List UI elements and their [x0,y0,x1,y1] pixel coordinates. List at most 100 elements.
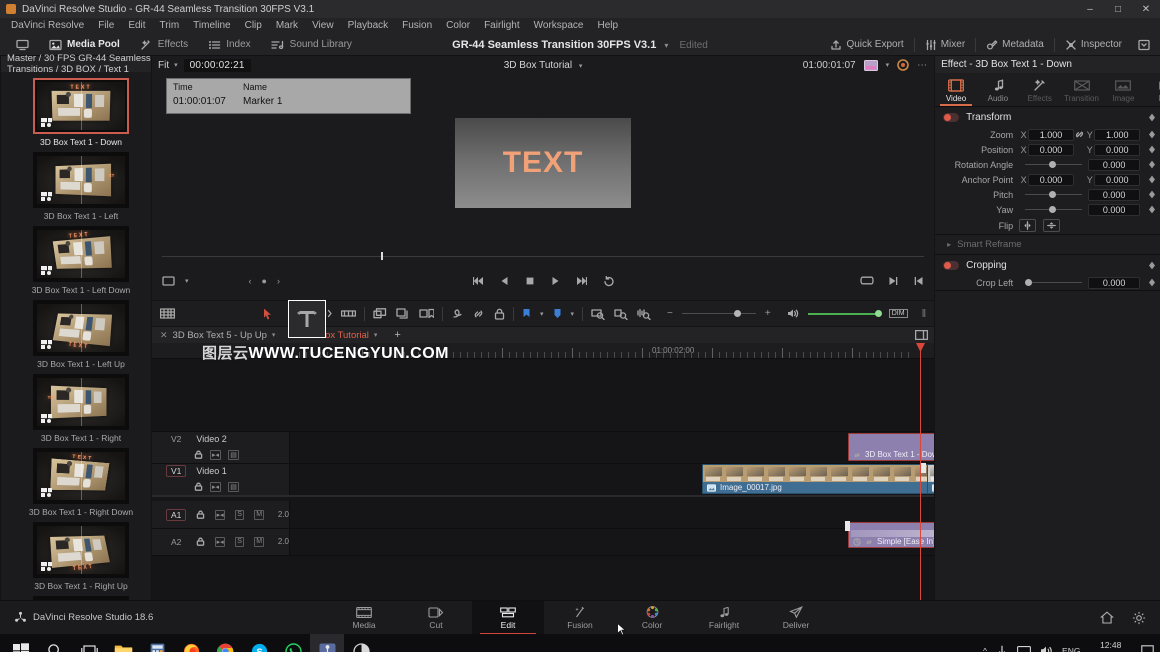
auto-select-icon[interactable]: ▸◂ [210,481,221,492]
zoom-x-field[interactable]: 1.000 [1028,128,1074,141]
page-buttons[interactable]: Media Cut Edit Fusion Color Fairlight De… [0,600,1160,635]
clip-trim-handle[interactable] [921,463,926,473]
play-icon[interactable] [550,276,560,286]
tab-effects[interactable]: Effects [1019,73,1061,106]
viewer-mode-icon[interactable] [863,59,878,71]
play-reverse-icon[interactable] [500,276,510,286]
timeline-clip-v2[interactable]: 3D Box Text 1 - Down [848,433,935,461]
timeline-playhead[interactable] [920,359,921,600]
dim-button[interactable]: DIM [888,309,908,318]
page-color[interactable]: Color [616,601,688,635]
menu-edit[interactable]: Edit [121,18,152,34]
media-thumbnail[interactable]: XT 3D Box Text 1 - Left [11,152,151,221]
sound-library-button[interactable]: Sound Library [261,34,362,56]
flip-vertical-button[interactable] [1043,219,1061,232]
tab-audio[interactable]: Audio [977,73,1019,106]
slider-knob[interactable] [1049,161,1057,168]
windows-start-icon[interactable] [4,634,38,652]
timeline-clip-a1[interactable]: Simple [Ease In].wav [848,522,935,548]
metadata-button[interactable]: Metadata [976,34,1054,56]
volume-icon[interactable] [787,308,799,319]
transform-header[interactable]: Transform [935,107,1160,127]
link-xy-icon[interactable] [1074,129,1085,140]
menu-color[interactable]: Color [439,18,477,34]
media-thumbnail[interactable]: TEXT 3D Box Text 1 - Down [11,78,151,147]
menu-playback[interactable]: Playback [341,18,396,34]
cropping-header[interactable]: Cropping [935,255,1160,275]
prev-clip-icon[interactable] [913,276,924,286]
razor-tool-icon[interactable] [341,308,356,319]
jump-to-start-icon[interactable] [472,276,485,286]
volume-icon[interactable] [1040,645,1053,652]
crop-left-field[interactable]: 0.000 [1088,276,1141,289]
index-button[interactable]: Index [198,34,260,56]
timeline-clip-area[interactable]: 3D Box Text 1 - Down [290,359,935,600]
flag-icon[interactable] [451,308,463,320]
lock-icon[interactable] [494,308,505,320]
cropping-toggle[interactable] [943,260,960,270]
menu-mark[interactable]: Mark [269,18,305,34]
chevron-right-icon[interactable]: ▸ [947,240,951,249]
tab-image[interactable]: Image [1102,73,1144,106]
firefox-icon[interactable] [174,634,208,652]
close-icon[interactable]: ✕ [160,330,168,341]
keyframe-icon[interactable] [1148,130,1156,139]
menu-davinci-resolve[interactable]: DaVinci Resolve [4,18,91,34]
add-timeline-button[interactable]: + [385,329,409,341]
lock-icon[interactable] [196,537,205,546]
yaw-field[interactable]: 0.000 [1088,203,1141,216]
home-icon[interactable] [1100,611,1114,624]
auto-select-icon[interactable]: ▸◂ [215,509,225,520]
volume-slider[interactable] [807,309,882,317]
chevron-down-icon[interactable]: ▾ [579,63,583,70]
timeline-tab-3d-box-text-5[interactable]: ✕ 3D Box Text 5 - Up Up ▾ [152,327,283,343]
timeline-clip-v1-b[interactable]: Image_00091.jpg [927,464,935,494]
lock-icon[interactable] [194,482,203,491]
maximize-button[interactable]: □ [1104,0,1132,18]
track-header-v1[interactable]: V1 Video 1 ▸◂ ▤ [152,463,290,495]
media-thumbnail[interactable]: TEXT 3D Box Text 1 - Right Up [11,522,151,591]
viewer-fullscreen-icon[interactable] [860,276,874,286]
zoom-slider[interactable] [681,310,756,317]
thumbnail-frame[interactable]: TEXT [33,448,129,504]
panel-toggle-button[interactable] [1132,34,1156,56]
jump-to-end-icon[interactable] [575,276,588,286]
transform-toggle[interactable] [943,112,960,122]
zoom-detail-icon[interactable] [614,308,628,320]
position-x-field[interactable]: 0.000 [1028,143,1074,156]
flip-horizontal-button[interactable] [1019,219,1037,232]
keyframe-icon[interactable] [1148,205,1156,214]
zoom-audio-icon[interactable] [637,308,651,320]
viewer-fit-label[interactable]: Fit [158,60,169,71]
media-player-icon[interactable] [344,634,378,652]
media-thumbnail[interactable]: TEXT 3D Box Text 1 - Left Down [11,226,151,295]
viewer-scrubber[interactable] [152,252,934,260]
page-media[interactable]: Media [328,601,400,635]
menubar[interactable]: DaVinci Resolve File Edit Trim Timeline … [0,18,1160,34]
menu-timeline[interactable]: Timeline [186,18,237,34]
stop-icon[interactable] [525,276,535,286]
pitch-field[interactable]: 0.000 [1088,188,1141,201]
timeline-clip-v1-a[interactable]: Image_00017.jpg [702,464,933,494]
thumbnail-frame[interactable]: TEXT [33,522,129,578]
close-button[interactable]: ✕ [1132,0,1160,18]
notification-center-icon[interactable] [1141,645,1154,652]
anchor-x-field[interactable]: 0.000 [1028,173,1074,186]
solo-button[interactable]: S [234,509,245,520]
menu-workspace[interactable]: Workspace [527,18,591,34]
thumbnail-frame[interactable]: XT [33,152,129,208]
slider-knob[interactable] [1049,191,1057,198]
rotation-angle-slider[interactable] [1025,161,1083,168]
page-edit[interactable]: Edit [472,600,544,635]
media-thumbnail[interactable]: TE 3D Box Text 1 - Right [11,374,151,443]
timeline-view-icon[interactable] [160,308,175,319]
color-wheel-icon[interactable] [897,59,909,71]
keyframe-icon[interactable] [1148,278,1156,287]
file-explorer-icon[interactable] [106,634,140,652]
lock-icon[interactable] [194,450,203,459]
menu-fairlight[interactable]: Fairlight [477,18,527,34]
keyframe-icon[interactable] [1148,113,1156,122]
chevron-down-icon[interactable]: ▾ [886,61,890,69]
page-fairlight[interactable]: Fairlight [688,601,760,635]
zoom-slider-knob[interactable] [733,310,741,317]
